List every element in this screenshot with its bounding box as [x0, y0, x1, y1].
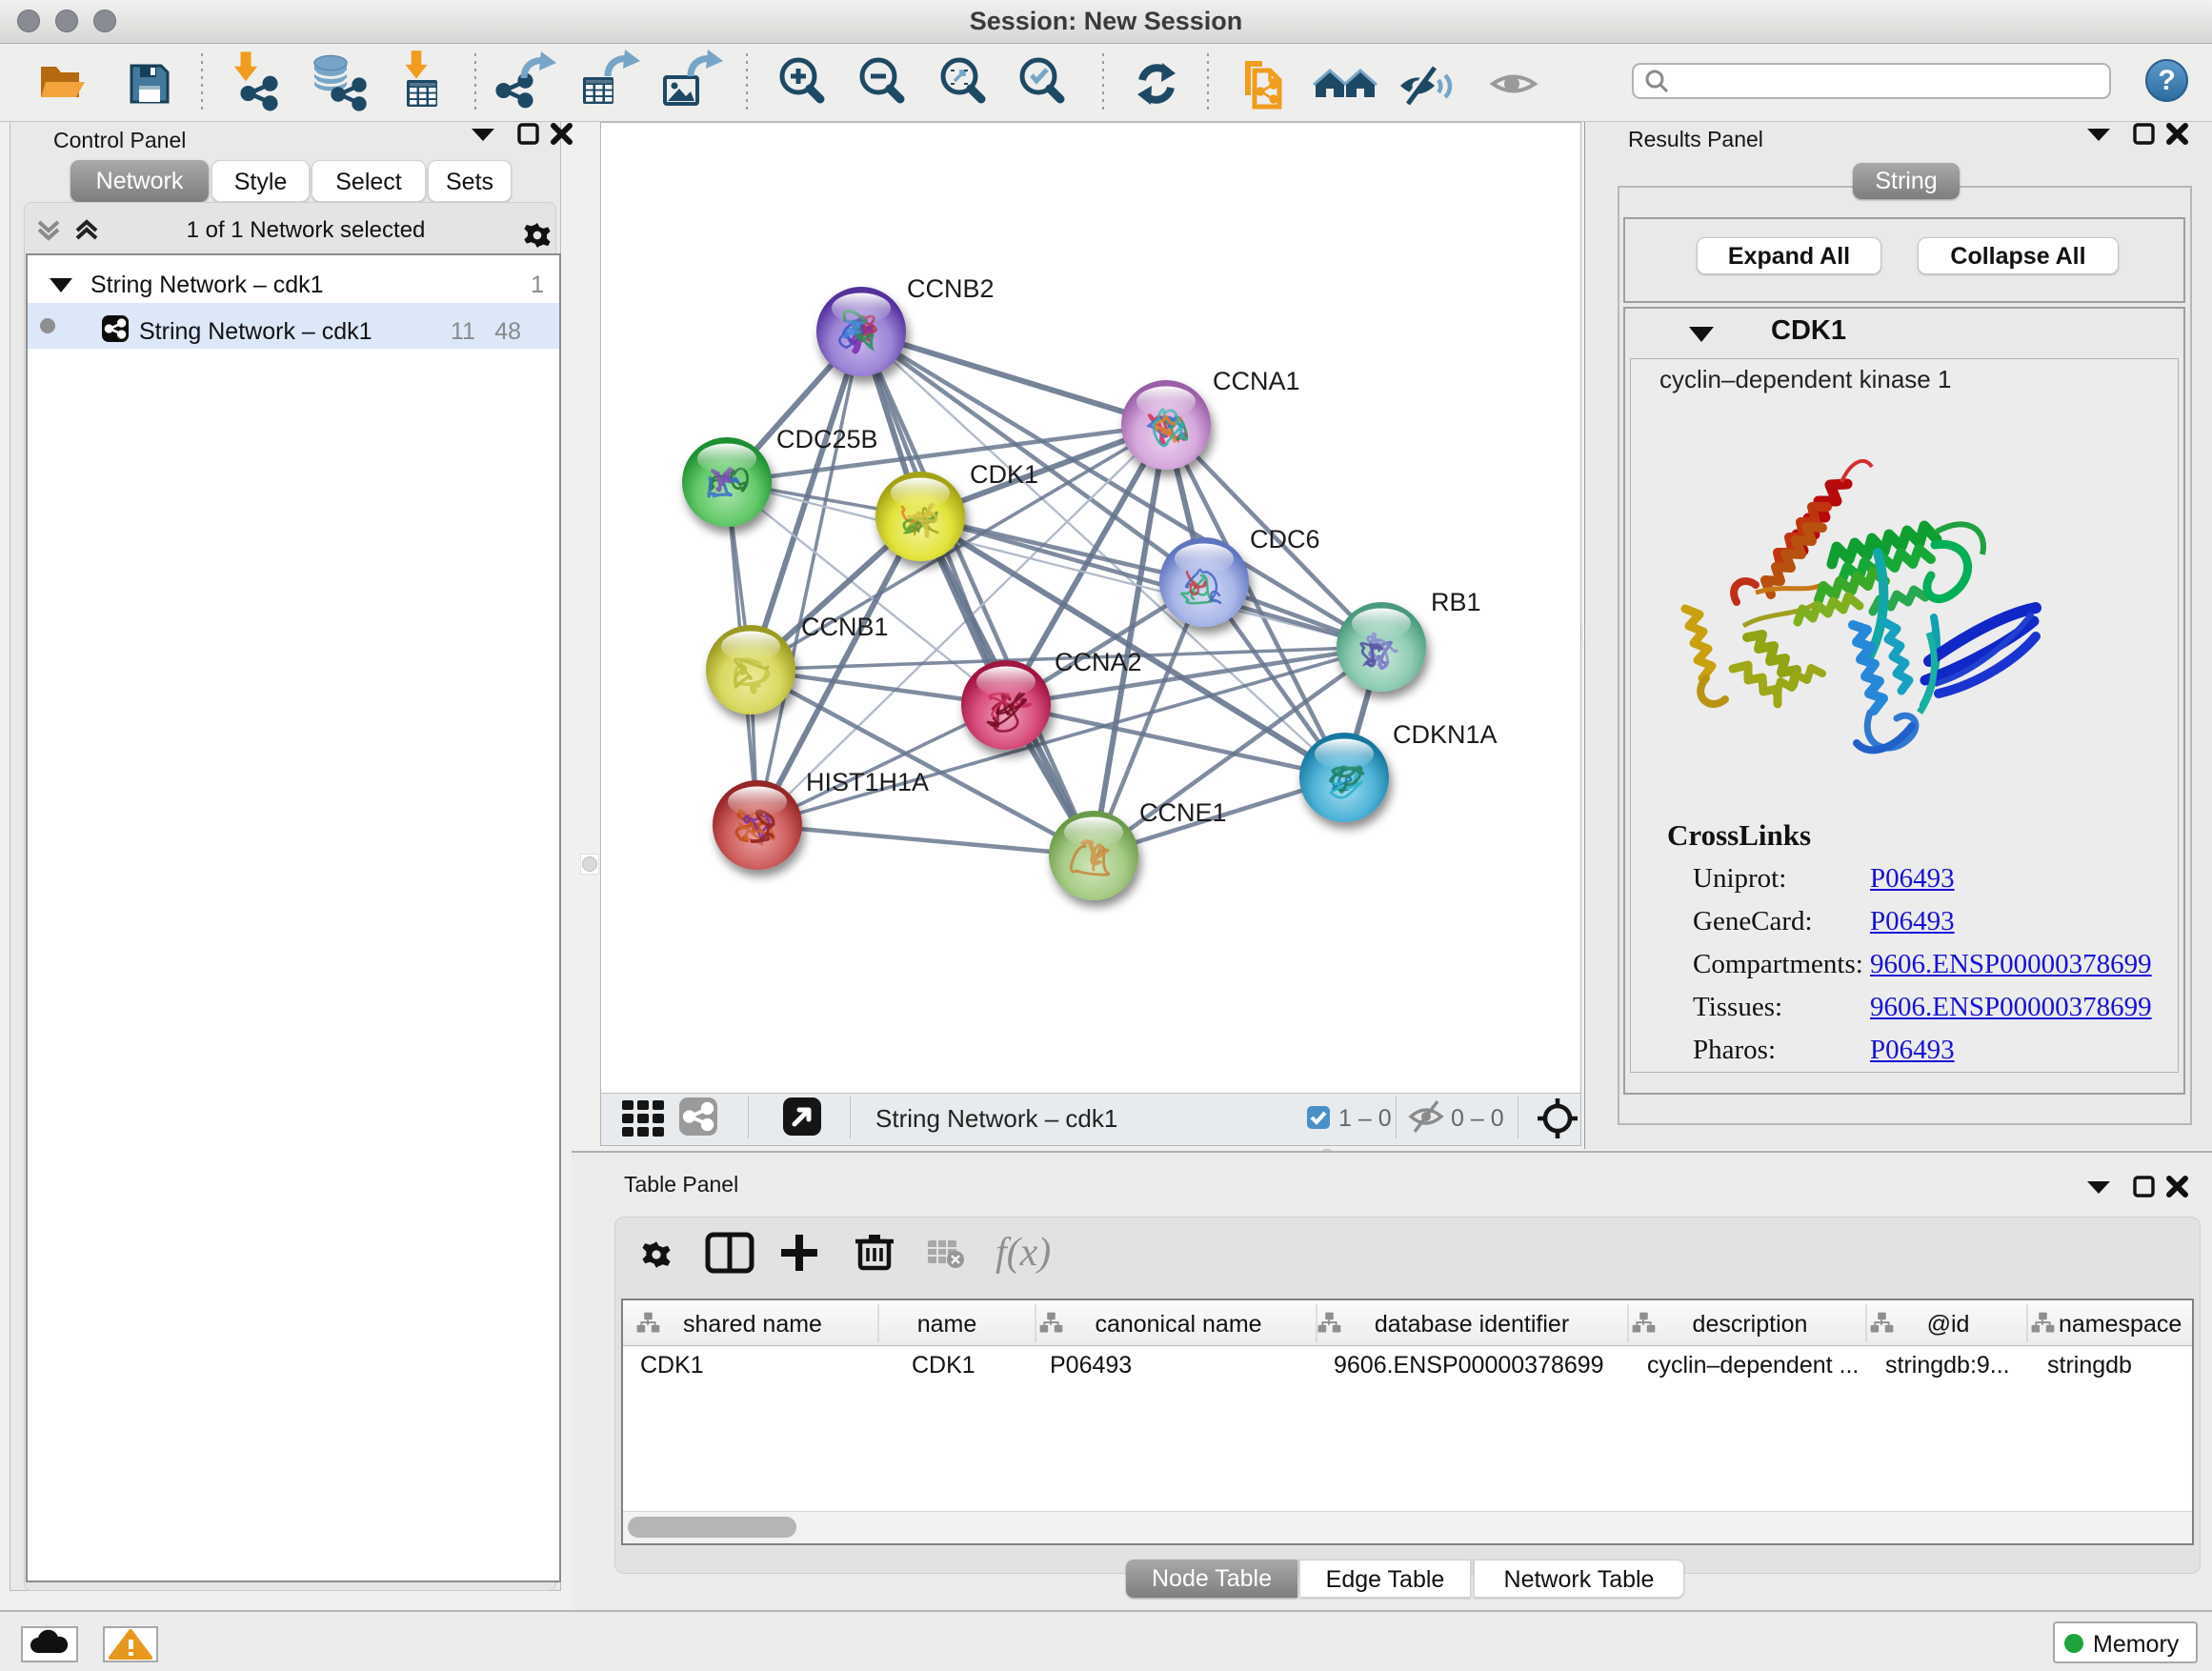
svg-text:f(x): f(x)	[995, 1231, 1051, 1275]
svg-text:name: name	[917, 1311, 977, 1338]
svg-text:namespace: namespace	[2059, 1311, 2182, 1338]
svg-text:database identifier: database identifier	[1375, 1311, 1569, 1338]
svg-text:CDKN1A: CDKN1A	[1393, 720, 1498, 749]
svg-text:@id: @id	[1927, 1311, 1970, 1338]
svg-text:CCNE1: CCNE1	[1139, 798, 1227, 827]
svg-text:shared name: shared name	[683, 1311, 822, 1338]
svg-text:CDC25B: CDC25B	[776, 425, 878, 453]
svg-text:CCNA1: CCNA1	[1213, 367, 1300, 395]
svg-text:CCNB1: CCNB1	[801, 613, 889, 641]
svg-text:RB1: RB1	[1431, 588, 1481, 616]
svg-text:CCNB2: CCNB2	[907, 274, 995, 303]
svg-text:description: description	[1693, 1311, 1808, 1338]
svg-text:CDC6: CDC6	[1250, 525, 1320, 554]
svg-text:CDK1: CDK1	[970, 460, 1038, 489]
svg-text:CCNA2: CCNA2	[1055, 648, 1142, 676]
svg-text:HIST1H1A: HIST1H1A	[806, 768, 929, 796]
svg-text:canonical name: canonical name	[1095, 1311, 1261, 1338]
